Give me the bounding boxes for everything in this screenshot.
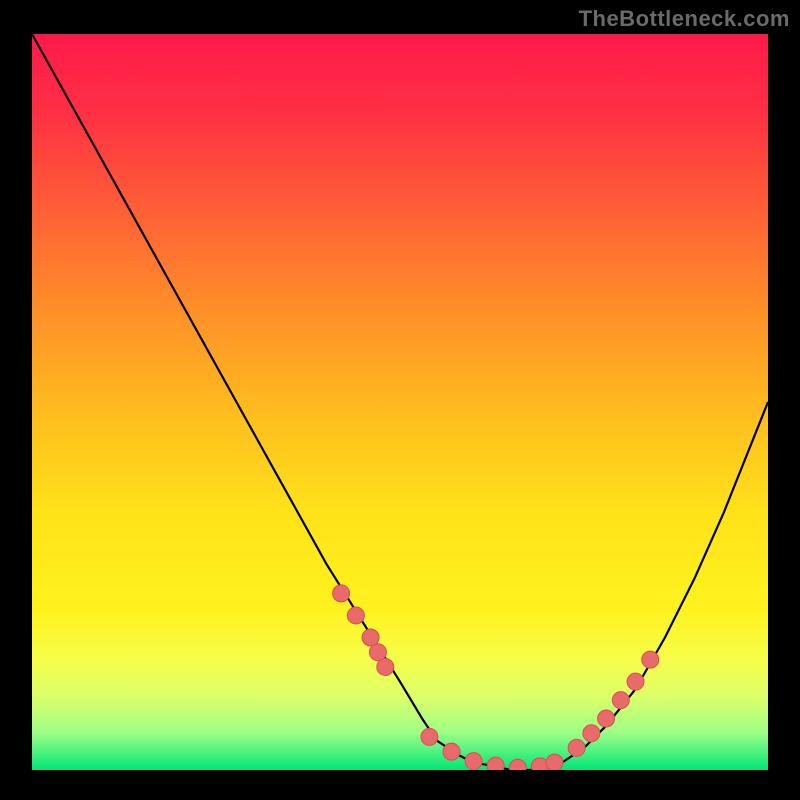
- chart-frame: TheBottleneck.com: [0, 0, 800, 800]
- data-marker: [377, 658, 394, 675]
- data-marker: [465, 753, 482, 770]
- plot-area: [32, 34, 768, 770]
- data-marker: [583, 725, 600, 742]
- data-marker: [612, 692, 629, 709]
- curve-layer: [32, 34, 768, 770]
- data-marker: [546, 754, 563, 770]
- data-marker: [642, 651, 659, 668]
- data-marker: [487, 757, 504, 770]
- data-marker: [568, 739, 585, 756]
- marker-group: [333, 585, 659, 770]
- data-marker: [443, 743, 460, 760]
- data-marker: [333, 585, 350, 602]
- data-marker: [421, 728, 438, 745]
- data-marker: [598, 710, 615, 727]
- watermark-text: TheBottleneck.com: [579, 6, 790, 32]
- data-marker: [509, 759, 526, 770]
- data-marker: [347, 607, 364, 624]
- data-marker: [627, 673, 644, 690]
